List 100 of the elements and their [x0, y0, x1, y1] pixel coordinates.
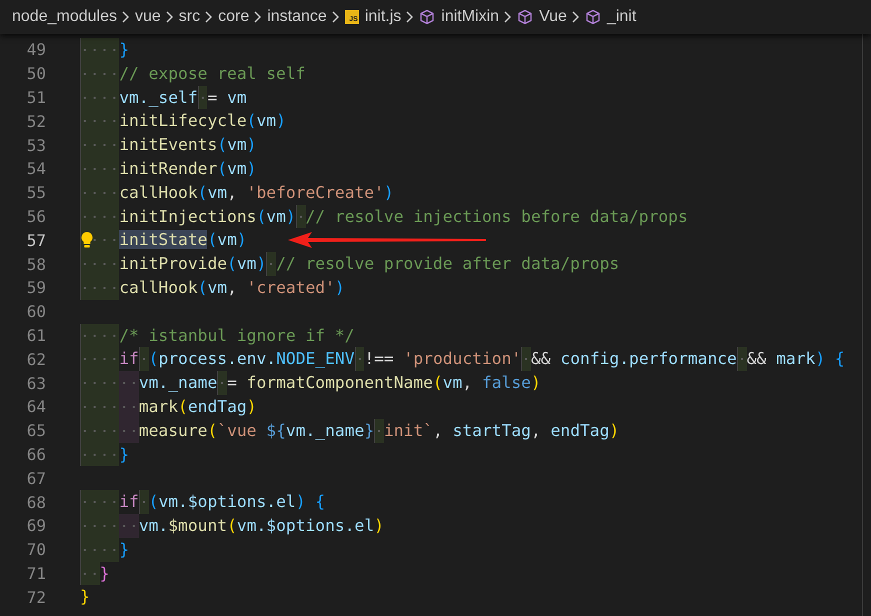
code-token: mark	[776, 348, 816, 370]
line-number: 70	[26, 540, 46, 560]
code-token: initInjections	[80, 204, 256, 228]
line-number: 71	[26, 564, 46, 583]
code-token: ,	[462, 372, 474, 394]
code-token: }	[80, 538, 130, 562]
code-token: }	[80, 586, 90, 608]
code-token: }	[80, 38, 130, 62]
code-token: vm	[227, 86, 247, 109]
code-token: }	[80, 562, 110, 586]
code-token: ${	[266, 420, 286, 442]
code-token: )	[609, 420, 620, 442]
code-token: )	[374, 514, 384, 537]
code-token: 'beforeCreate'	[246, 182, 384, 204]
line-number: 69	[26, 516, 46, 536]
code-token: init`	[374, 418, 433, 443]
code-token: endTag	[188, 396, 247, 418]
breadcrumb-item[interactable]: instance	[267, 8, 327, 26]
code-token: vm._self	[80, 86, 198, 110]
code-token: vm	[227, 158, 247, 180]
code-token: NODE_ENV	[276, 348, 355, 370]
breadcrumb-item[interactable]: core	[218, 8, 250, 26]
code-token: /* istanbul ignore if */	[80, 324, 354, 348]
line-number: 62	[26, 350, 46, 369]
breadcrumb-item[interactable]: _init	[584, 8, 636, 26]
code-token: (	[138, 347, 158, 372]
code-token: }	[80, 442, 130, 466]
line-number: 57	[26, 230, 46, 250]
line-number: 64	[26, 397, 46, 416]
code-token: measure	[80, 418, 208, 443]
code-token: =	[217, 371, 247, 395]
breadcrumb-item[interactable]: vue	[134, 8, 161, 26]
code-token: vm	[256, 110, 276, 132]
code-token: ) {	[296, 491, 326, 514]
code-token: ) {	[815, 348, 845, 370]
line-number: 50	[26, 64, 46, 84]
breadcrumb-item[interactable]: Vue	[517, 8, 567, 26]
lightbulb-icon[interactable]	[80, 231, 94, 250]
code-token: )	[246, 396, 256, 418]
line-number: 72	[26, 588, 46, 607]
code-token: )	[256, 253, 266, 276]
code-token: callHook	[80, 180, 198, 205]
code-token: false	[482, 372, 531, 394]
code-token: // resolve injections before data/props	[296, 204, 688, 228]
line-number: 51	[26, 88, 46, 107]
line-number: 60	[26, 302, 46, 322]
code-token: initProvide	[80, 252, 228, 276]
code-token: (	[256, 206, 266, 228]
chevron-icon	[205, 11, 214, 23]
code-token: (	[227, 514, 237, 537]
code-token: vm.$options.el	[158, 491, 296, 514]
code-token: )	[236, 229, 247, 252]
code-token: (	[432, 372, 443, 394]
code-token: vm	[217, 229, 237, 252]
chevron-icon	[406, 11, 414, 23]
code-token: )	[246, 134, 256, 156]
code-token: process.env.	[158, 348, 276, 370]
code-token: (	[207, 420, 218, 442]
code-token: vm._name	[286, 420, 364, 442]
chevron-icon	[572, 11, 580, 23]
line-number: 66	[26, 444, 46, 464]
code-token: vm._name	[80, 371, 218, 395]
code-token: vm	[227, 134, 247, 156]
line-number: 67	[26, 468, 46, 488]
code-token: ,	[227, 182, 238, 204]
code-token: vm.$options.el	[236, 514, 374, 537]
chevron-icon	[122, 11, 130, 23]
code-token: startTag	[452, 420, 531, 442]
breadcrumb-item[interactable]: src	[178, 8, 200, 26]
code-token: (	[246, 110, 256, 132]
code-token: vm	[266, 206, 286, 228]
code-token: vm	[207, 276, 228, 299]
line-number: 54	[26, 159, 46, 178]
breadcrumb-item[interactable]: initMixin	[419, 8, 500, 26]
code-token: endTag	[550, 420, 610, 442]
code-token: (	[198, 182, 208, 204]
chevron-icon	[332, 11, 340, 23]
code-token: initEvents	[80, 133, 218, 157]
code-token: )	[384, 182, 394, 204]
line-number: 56	[26, 206, 46, 226]
line-number: 59	[26, 278, 46, 298]
code-token: ,	[227, 276, 238, 299]
code-token: 'production'	[404, 348, 522, 370]
code-token: )	[530, 372, 541, 394]
code-token: vm	[236, 253, 256, 276]
line-number: 65	[26, 421, 46, 440]
code-token: vm	[207, 182, 228, 204]
code-token: if	[80, 347, 139, 372]
code-token: callHook	[80, 276, 198, 300]
code-token: (	[217, 134, 228, 156]
code-token: `vue	[217, 420, 258, 442]
line-number: 58	[26, 254, 46, 274]
code-token: &&	[521, 347, 560, 372]
line-number: 68	[26, 492, 46, 512]
breadcrumb-item[interactable]: node_modules	[12, 8, 117, 26]
line-number: 53	[26, 136, 46, 155]
code-token: vm	[442, 372, 462, 394]
line-number: 52	[26, 112, 46, 131]
code-token: initRender	[80, 156, 218, 181]
line-number: 55	[26, 183, 46, 202]
